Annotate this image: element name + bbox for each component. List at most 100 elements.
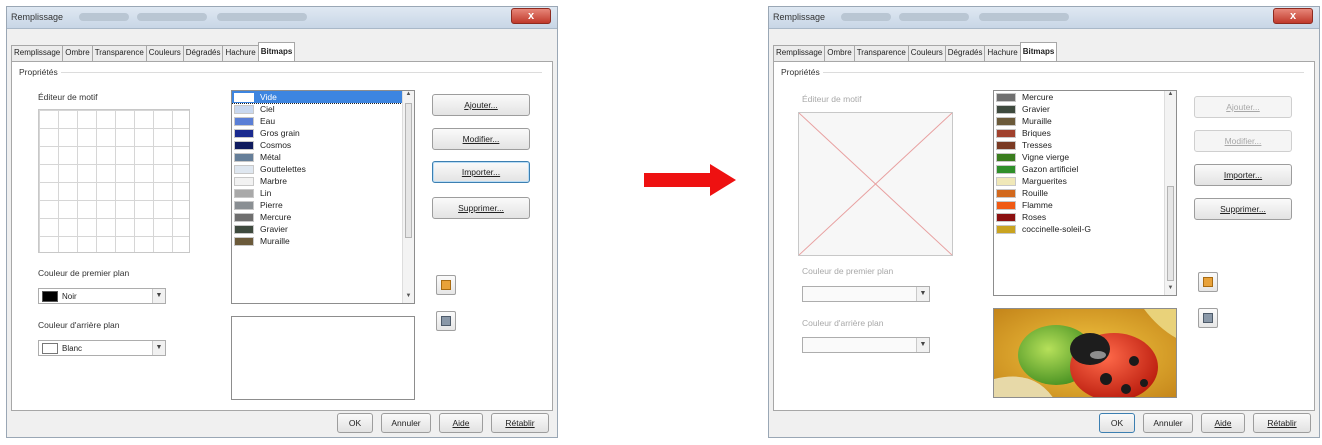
transition-arrow	[644, 164, 736, 196]
scroll-down-icon[interactable]: ▼	[403, 293, 414, 303]
list-item[interactable]: Gouttelettes	[232, 163, 414, 175]
add-button[interactable]: Ajouter...	[1194, 96, 1292, 118]
list-item[interactable]: Roses	[994, 211, 1176, 223]
bitmap-list[interactable]: Vide Ciel Eau Gros grain Cosmos Métal Gouttele…	[231, 90, 415, 304]
background-color-select[interactable]: ▼	[802, 337, 930, 353]
tab-transparence[interactable]: Transparence	[853, 45, 909, 61]
list-item[interactable]: Marguerites	[994, 175, 1176, 187]
list-item[interactable]: Gazon artificiel	[994, 163, 1176, 175]
save-icon	[441, 316, 451, 326]
load-bitmap-list-button[interactable]	[436, 275, 456, 295]
pattern-editor-grid[interactable]	[38, 109, 190, 253]
list-item[interactable]: Briques	[994, 127, 1176, 139]
reset-button[interactable]: Rétablir	[1253, 413, 1311, 433]
list-item[interactable]: Tresses	[994, 139, 1176, 151]
list-item[interactable]: Métal	[232, 151, 414, 163]
add-button[interactable]: Ajouter...	[432, 94, 530, 116]
foreground-color-select[interactable]: ▼	[802, 286, 930, 302]
bitmap-list[interactable]: Mercure Gravier Muraille Briques Tresses Vign…	[993, 90, 1177, 296]
tab-degrades[interactable]: Dégradés	[944, 45, 986, 61]
list-item[interactable]: Flamme	[994, 199, 1176, 211]
list-item[interactable]: Muraille	[994, 115, 1176, 127]
import-button[interactable]: Importer...	[432, 161, 530, 183]
scroll-thumb[interactable]	[1167, 186, 1174, 281]
tab-ombre[interactable]: Ombre	[824, 45, 855, 61]
bitmap-thumbnail	[996, 212, 1016, 222]
import-button[interactable]: Importer...	[1194, 164, 1292, 186]
background-color-select[interactable]: Blanc ▼	[38, 340, 166, 356]
list-item[interactable]: Eau	[232, 115, 414, 127]
ladybug-bitmap-image	[994, 309, 1176, 397]
list-item[interactable]: Lin	[232, 187, 414, 199]
list-scrollbar[interactable]: ▲ ▼	[1164, 91, 1176, 295]
close-button[interactable]: x	[511, 8, 551, 24]
list-item[interactable]: Rouille	[994, 187, 1176, 199]
list-item[interactable]: Ciel	[232, 103, 414, 115]
ok-button[interactable]: OK	[1099, 413, 1135, 433]
chevron-down-icon[interactable]: ▼	[152, 289, 165, 303]
tab-ombre[interactable]: Ombre	[62, 45, 93, 61]
foreground-color-select[interactable]: Noir ▼	[38, 288, 166, 304]
delete-button[interactable]: Supprimer...	[432, 197, 530, 219]
tab-couleurs[interactable]: Couleurs	[145, 45, 184, 61]
load-bitmap-list-button[interactable]	[1198, 272, 1218, 292]
bitmap-name: Gros grain	[260, 128, 300, 138]
tab-transparence[interactable]: Transparence	[91, 45, 147, 61]
list-item[interactable]: Vide	[232, 91, 414, 104]
list-item[interactable]: Cosmos	[232, 139, 414, 151]
title-bar: Remplissage x	[7, 7, 557, 29]
list-item[interactable]: Gravier	[994, 103, 1176, 115]
list-item[interactable]: Pierre	[232, 199, 414, 211]
bitmap-name: Roses	[1022, 212, 1047, 222]
modify-button[interactable]: Modifier...	[1194, 130, 1292, 152]
list-item[interactable]: Muraille	[232, 235, 414, 247]
chevron-down-icon[interactable]: ▼	[916, 338, 929, 352]
list-item[interactable]: Mercure	[994, 91, 1176, 103]
bitmap-name: Muraille	[1022, 116, 1052, 126]
help-button[interactable]: Aide	[439, 413, 483, 433]
tab-hachure[interactable]: Hachure	[222, 45, 259, 61]
bitmap-thumbnail	[234, 116, 254, 126]
foreground-color-value: Noir	[62, 292, 77, 301]
list-item[interactable]: Vigne vierge	[994, 151, 1176, 163]
list-item[interactable]: Marbre	[232, 175, 414, 187]
list-item[interactable]: Mercure	[232, 211, 414, 223]
tab-bitmaps[interactable]: Bitmaps	[1019, 42, 1058, 61]
tab-bar: Remplissage Ombre Transparence Couleurs Dégr…	[773, 42, 1058, 61]
tab-hachure[interactable]: Hachure	[984, 45, 1021, 61]
reset-button[interactable]: Rétablir	[491, 413, 549, 433]
save-bitmap-list-button[interactable]	[1198, 308, 1218, 328]
scroll-down-icon[interactable]: ▼	[1165, 285, 1176, 295]
pattern-editor-empty	[798, 112, 953, 256]
bitmap-name: Muraille	[260, 236, 290, 246]
tab-degrades[interactable]: Dégradés	[182, 45, 224, 61]
tab-remplissage[interactable]: Remplissage	[11, 45, 64, 61]
bitmap-name: Cosmos	[260, 140, 292, 150]
tab-couleurs[interactable]: Couleurs	[907, 45, 946, 61]
cross-icon	[798, 112, 953, 256]
chevron-down-icon[interactable]: ▼	[916, 287, 929, 301]
scroll-up-icon[interactable]: ▲	[403, 91, 414, 101]
list-item[interactable]: Gros grain	[232, 127, 414, 139]
list-item[interactable]: Gravier	[232, 223, 414, 235]
delete-button[interactable]: Supprimer...	[1194, 198, 1292, 220]
fill-dialog-after: Remplissage x Remplissage Ombre Transparen…	[768, 6, 1320, 438]
modify-button[interactable]: Modifier...	[432, 128, 530, 150]
bitmap-thumbnail	[996, 92, 1016, 102]
cancel-button[interactable]: Annuler	[1143, 413, 1193, 433]
chevron-down-icon[interactable]: ▼	[152, 341, 165, 355]
cancel-button[interactable]: Annuler	[381, 413, 431, 433]
scroll-up-icon[interactable]: ▲	[1165, 91, 1176, 101]
list-item[interactable]: coccinelle-soleil-G	[994, 223, 1176, 235]
background-color-label: Couleur d'arrière plan	[38, 320, 120, 330]
close-button[interactable]: x	[1273, 8, 1313, 24]
tab-remplissage[interactable]: Remplissage	[773, 45, 826, 61]
scroll-thumb[interactable]	[405, 103, 412, 238]
bitmap-name: Lin	[260, 188, 272, 198]
tab-bitmaps[interactable]: Bitmaps	[257, 42, 296, 61]
ok-button[interactable]: OK	[337, 413, 373, 433]
bitmap-thumbnail	[234, 212, 254, 222]
save-bitmap-list-button[interactable]	[436, 311, 456, 331]
help-button[interactable]: Aide	[1201, 413, 1245, 433]
list-scrollbar[interactable]: ▲ ▼	[402, 91, 414, 303]
